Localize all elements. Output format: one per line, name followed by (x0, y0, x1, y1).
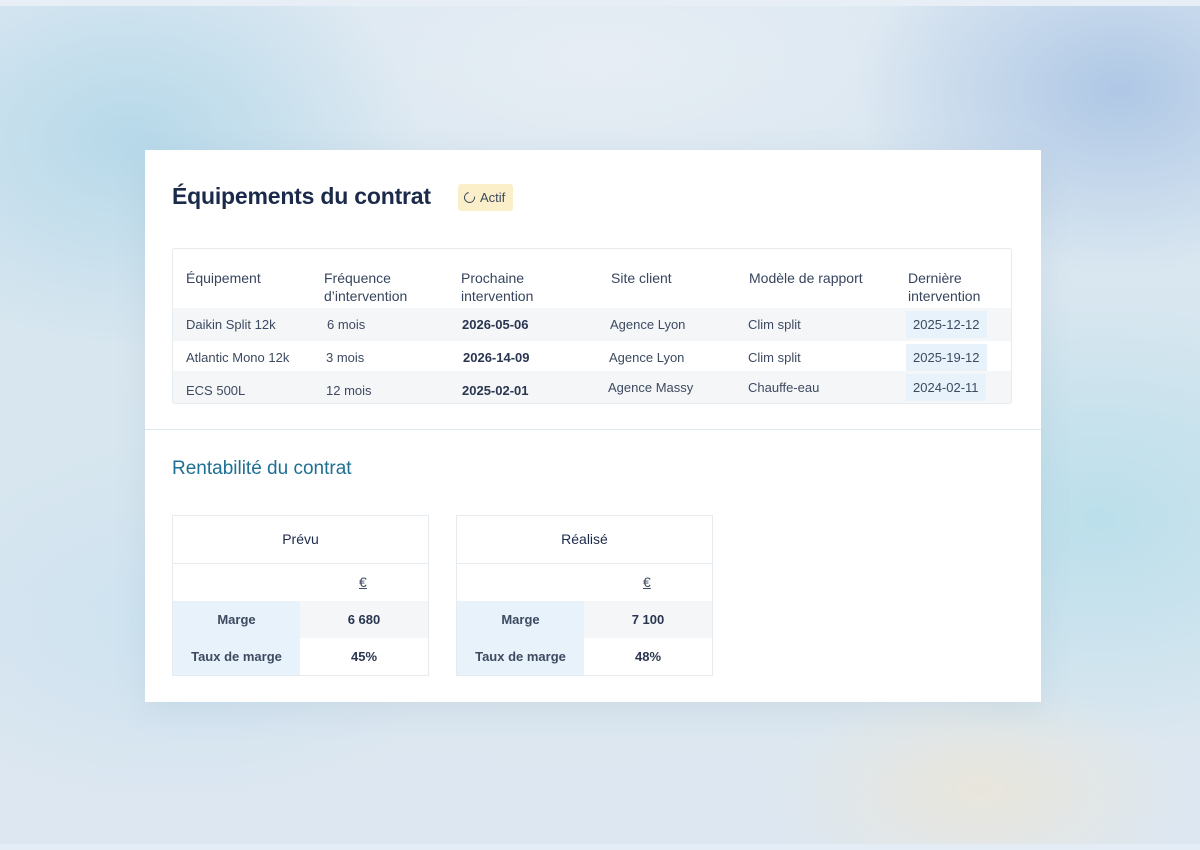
currency-unit[interactable]: € (359, 574, 367, 590)
margin-value: 7 100 (584, 601, 712, 638)
equipment-section-title: Équipements du contrat (172, 183, 431, 209)
equipment-table: Équipement Fréquence d’intervention Proc… (172, 248, 1012, 404)
actual-unit-row: € (457, 564, 712, 600)
actual-heading: Réalisé (457, 516, 712, 564)
table-row[interactable]: Atlantic Mono 12k 3 mois 2026-14-09 Agen… (173, 341, 1011, 374)
column-header-site[interactable]: Site client (611, 269, 672, 287)
column-header-report-model[interactable]: Modèle de rapport (749, 269, 863, 287)
margin-rate-value: 48% (634, 649, 662, 664)
table-row[interactable]: ECS 500L 12 mois 2025-02-01 Agence Massy… (173, 371, 1011, 403)
planned-heading: Prévu (173, 516, 428, 564)
cell-next-intervention: 2026-05-06 (462, 317, 529, 332)
status-badge[interactable]: Actif (458, 184, 514, 211)
cell-frequency: 12 mois (326, 383, 372, 398)
cell-equipment: Atlantic Mono 12k (186, 350, 290, 365)
cell-frequency: 3 mois (326, 350, 365, 365)
cell-report-model: Clim split (748, 350, 801, 365)
cell-report-model: Chauffe-eau (748, 380, 820, 395)
cell-equipment: ECS 500L (186, 383, 246, 398)
status-spinner-icon (461, 189, 478, 206)
planned-unit-row: € (173, 564, 428, 600)
equipment-table-header: Équipement Fréquence d’intervention Proc… (173, 249, 1011, 309)
margin-label: Marge (173, 601, 300, 638)
planned-margin-rate-row: Taux de marge 45% (173, 638, 428, 675)
cell-site: Agence Lyon (609, 350, 685, 365)
section-divider (145, 429, 1041, 430)
cell-site: Agence Lyon (610, 317, 686, 332)
margin-value: 6 680 (300, 601, 428, 638)
actual-margin-row: Marge 7 100 (457, 601, 712, 638)
column-header-last-intervention[interactable]: Dernière intervention (908, 269, 980, 305)
cell-equipment: Daikin Split 12k (186, 317, 276, 332)
column-header-frequency[interactable]: Fréquence d’intervention (324, 269, 407, 305)
margin-rate-value: 45% (350, 649, 378, 664)
table-row[interactable]: Daikin Split 12k 6 mois 2026-05-06 Agenc… (173, 308, 1011, 341)
cell-next-intervention: 2026-14-09 (463, 350, 530, 365)
frame-bottom-edge (0, 844, 1200, 850)
cell-last-intervention: 2025-19-12 (906, 344, 987, 371)
column-header-next-intervention[interactable]: Prochaine intervention (461, 269, 533, 305)
currency-unit[interactable]: € (643, 574, 651, 590)
cell-last-intervention: 2024-02-11 (906, 374, 986, 401)
margin-rate-label: Taux de marge (457, 638, 584, 675)
status-badge-label: Actif (480, 190, 506, 205)
profit-section-title: Rentabilité du contrat (172, 458, 352, 479)
margin-rate-label: Taux de marge (173, 638, 300, 675)
planned-profit-card: Prévu € Marge 6 680 Taux de marge 45% (172, 515, 429, 676)
frame-top-edge (0, 0, 1200, 6)
contract-card: Équipements du contrat Actif Équipement … (145, 150, 1041, 702)
actual-margin-rate-row: Taux de marge 48% (457, 638, 712, 675)
cell-next-intervention: 2025-02-01 (462, 383, 529, 398)
planned-margin-row: Marge 6 680 (173, 601, 428, 638)
margin-label: Marge (457, 601, 584, 638)
cell-report-model: Clim split (748, 317, 801, 332)
cell-last-intervention: 2025-12-12 (906, 311, 987, 338)
actual-profit-card: Réalisé € Marge 7 100 Taux de marge 48% (456, 515, 713, 676)
cell-frequency: 6 mois (327, 317, 366, 332)
column-header-equipment[interactable]: Équipement (186, 269, 261, 287)
cell-site: Agence Massy (608, 380, 694, 395)
